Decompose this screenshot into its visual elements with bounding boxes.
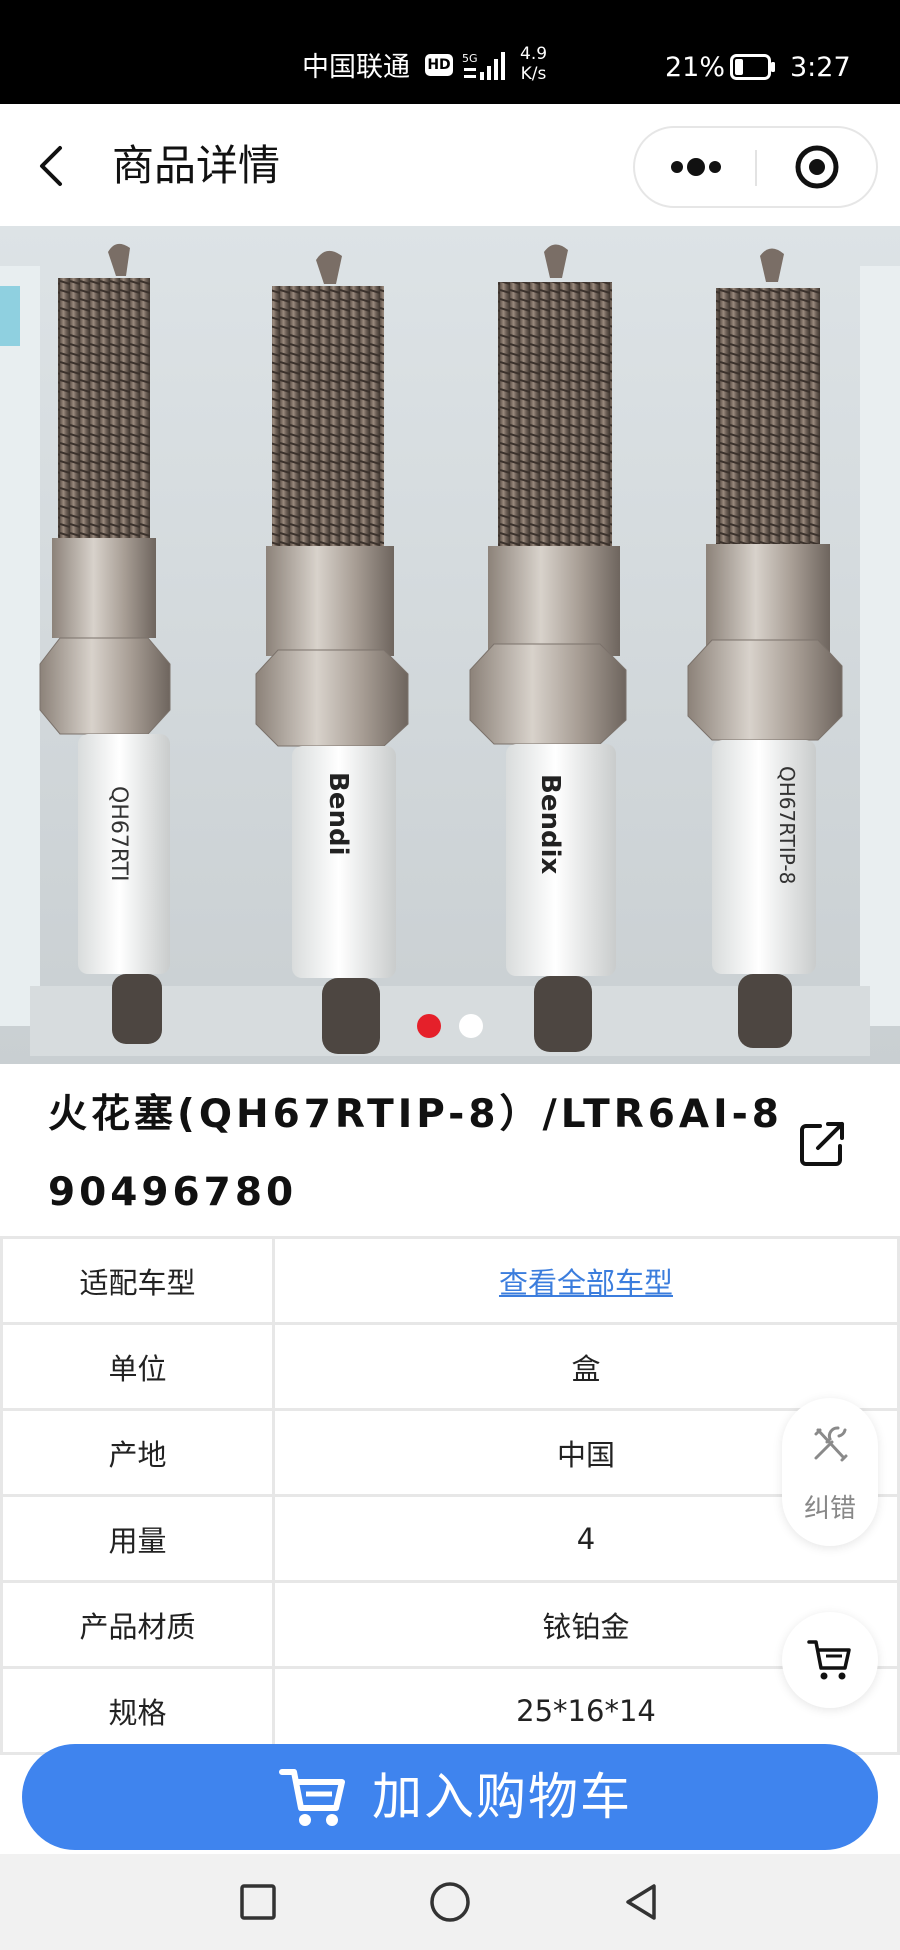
- add-to-cart-button[interactable]: 加入购物车: [22, 1744, 878, 1850]
- add-to-cart-label: 加入购物车: [372, 1768, 632, 1826]
- network-speed-value: 4.9: [520, 44, 548, 64]
- plug-1-text: QH67RTI: [106, 786, 131, 881]
- spec-row-quantity: 用量 4: [0, 1494, 900, 1583]
- more-dots-icon: [671, 158, 721, 176]
- close-mini-program-button[interactable]: [759, 128, 876, 206]
- battery-icon: [730, 54, 775, 80]
- capsule-divider: [755, 150, 757, 186]
- spec-label: 产地: [0, 1408, 275, 1497]
- spec-label: 产品材质: [0, 1580, 275, 1669]
- cart-icon: [279, 1769, 345, 1826]
- status-bar: 中国联通 HD 5G 4.9 K/s 21% 3:27: [0, 0, 900, 104]
- spec-label: 单位: [0, 1322, 275, 1411]
- back-triangle-icon[interactable]: [620, 1880, 664, 1924]
- app-screen: 中国联通 HD 5G 4.9 K/s 21% 3:27 商品详情 QH67RTI…: [0, 0, 900, 1950]
- spec-value-cell: 查看全部车型: [272, 1236, 900, 1325]
- recent-apps-icon[interactable]: [236, 1880, 280, 1924]
- spec-row-origin: 产地 中国: [0, 1408, 900, 1497]
- hd-badge: HD: [425, 54, 453, 76]
- share-icon[interactable]: [798, 1118, 848, 1168]
- spec-table: 适配车型 查看全部车型 单位 盒 产地 中国 用量 4 产品材质 铱铂金 规格 …: [0, 1236, 900, 1755]
- network-type: 5G: [462, 52, 478, 65]
- plug-4-text: QH67RTIP-8: [775, 766, 799, 884]
- cart-icon: [807, 1640, 851, 1680]
- network-speed-unit: K/s: [520, 64, 547, 84]
- report-error-button[interactable]: 纠错: [782, 1398, 878, 1546]
- product-title: 火花塞(QH67RTIP-8）/LTR6AI-8 90496780: [48, 1092, 783, 1215]
- floating-cart-button[interactable]: [782, 1612, 878, 1708]
- nav-bar: 商品详情: [0, 104, 900, 226]
- page-title: 商品详情: [112, 141, 281, 190]
- spark-plugs-photo: QH67RTI Bendi Bendix QH67RTIP-8: [0, 226, 900, 1064]
- spec-label: 规格: [0, 1666, 275, 1755]
- network-speed: 4.9 K/s: [520, 44, 547, 84]
- spec-row-unit: 单位 盒: [0, 1322, 900, 1411]
- spec-label: 适配车型: [0, 1236, 275, 1325]
- view-all-models-link[interactable]: 查看全部车型: [499, 1266, 673, 1300]
- spec-row-material: 产品材质 铱铂金: [0, 1580, 900, 1669]
- report-error-label: 纠错: [803, 1494, 856, 1524]
- signal-icon: 5G: [462, 52, 505, 80]
- system-nav-bar: [0, 1854, 900, 1950]
- spec-row-compatible-models: 适配车型 查看全部车型: [0, 1236, 900, 1325]
- plug-3-text: Bendix: [535, 774, 565, 874]
- plug-2-text: Bendi: [323, 772, 353, 855]
- carousel-dot-1[interactable]: [417, 1014, 441, 1038]
- spec-row-size: 规格 25*16*14: [0, 1666, 900, 1755]
- mini-program-capsule: [633, 126, 878, 208]
- chevron-left-icon[interactable]: [30, 142, 74, 190]
- carousel-dot-2[interactable]: [459, 1014, 483, 1038]
- more-button[interactable]: [635, 128, 755, 206]
- carousel-indicator: [0, 1014, 900, 1040]
- carrier-name: 中国联通: [302, 52, 410, 83]
- target-icon: [795, 145, 839, 189]
- product-image-carousel[interactable]: QH67RTI Bendi Bendix QH67RTIP-8: [0, 226, 900, 1064]
- spec-value: 盒: [272, 1322, 900, 1411]
- wrench-screwdriver-icon: [814, 1426, 848, 1462]
- spec-label: 用量: [0, 1494, 275, 1583]
- home-icon[interactable]: [428, 1880, 472, 1924]
- clock: 3:27: [790, 52, 851, 83]
- battery-percent: 21%: [665, 52, 726, 83]
